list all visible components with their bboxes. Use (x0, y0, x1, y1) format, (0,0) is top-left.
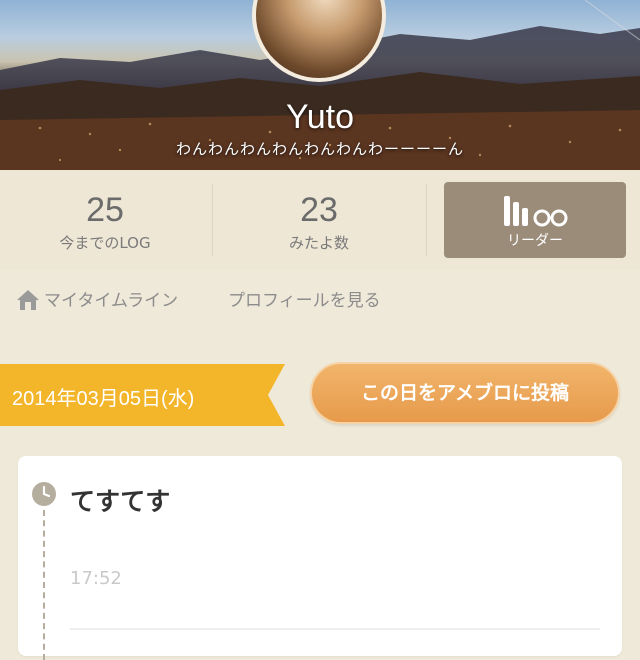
date-label: 2014年03月05日(水) (12, 388, 195, 410)
reader-button[interactable]: リーダー (444, 182, 626, 258)
clock-icon (32, 482, 56, 506)
cover-header: Yuto わんわんわんわんわんわんわーーーーん (0, 0, 640, 170)
profile-links: マイタイムライン プロフィールを見る (0, 270, 640, 330)
reader-label: リーダー (507, 233, 563, 249)
card-separator (70, 628, 600, 630)
home-icon (17, 290, 39, 310)
date-banner: 2014年03月05日(水) (0, 364, 285, 426)
view-count-stat[interactable]: 23 みたよ数 (214, 170, 424, 270)
stats-divider (212, 184, 213, 256)
timeline-line (43, 510, 45, 660)
log-count-stat[interactable]: 25 今までのLOG (0, 170, 210, 270)
log-count-label: 今までのLOG (59, 234, 151, 252)
username: Yuto (285, 98, 355, 136)
log-card[interactable]: てすてす 17:52 (18, 456, 622, 660)
reader-icon (504, 196, 568, 227)
stats-divider (426, 184, 427, 256)
profile-tagline: わんわんわんわんわんわんわーーーーん (175, 140, 464, 158)
post-to-ameblo-button[interactable]: この日をアメブロに投稿 (310, 362, 620, 424)
log-time: 17:52 (70, 568, 122, 589)
my-timeline-link[interactable]: マイタイムライン (44, 286, 178, 311)
view-count-value: 23 (300, 191, 338, 229)
log-title: てすてす (70, 487, 171, 516)
log-count-value: 25 (86, 191, 124, 229)
view-profile-link[interactable]: プロフィールを見る (228, 286, 381, 311)
view-count-label: みたよ数 (288, 234, 349, 252)
